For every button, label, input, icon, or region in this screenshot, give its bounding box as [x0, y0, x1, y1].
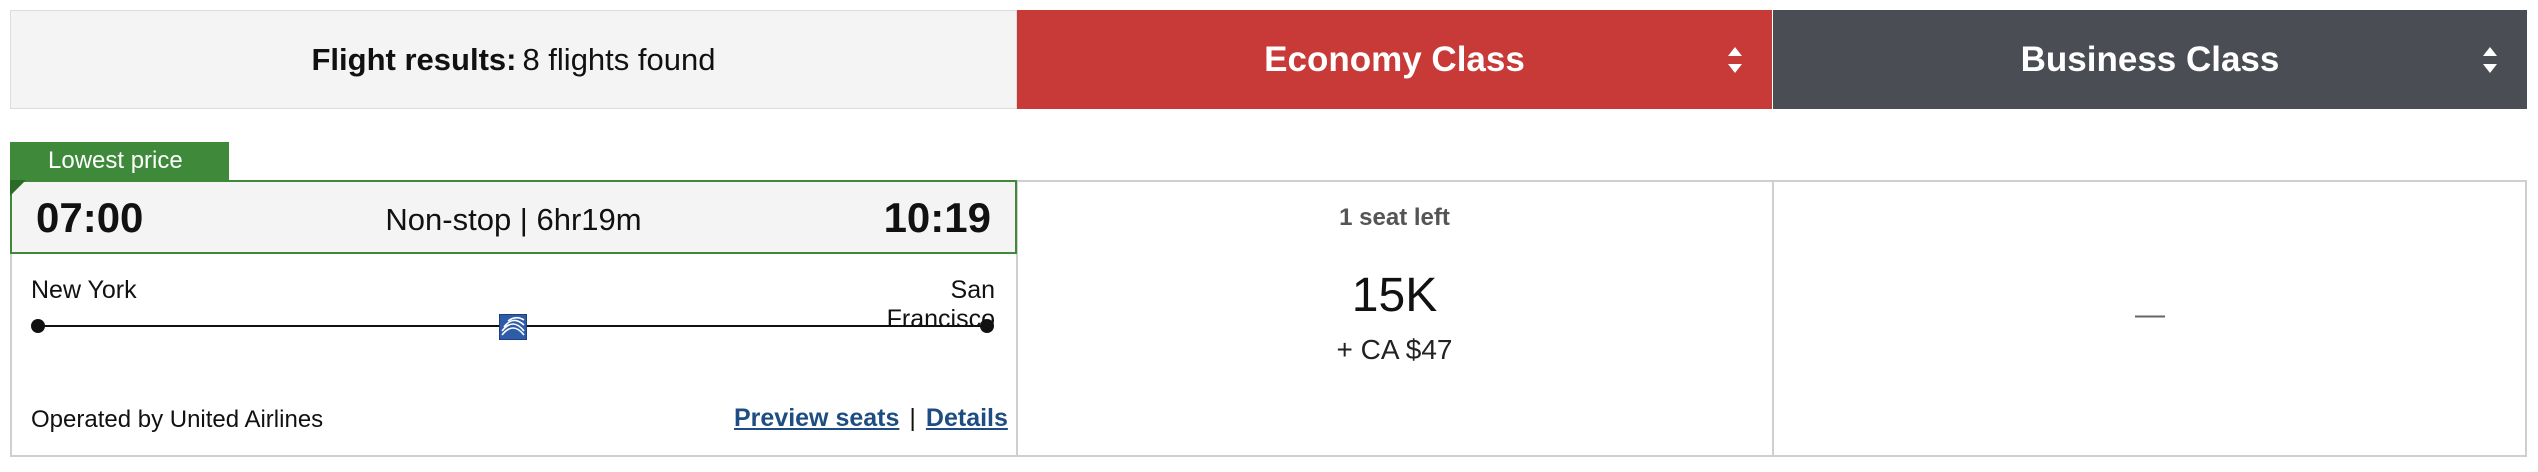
link-separator: | [909, 404, 916, 432]
lowest-price-badge: Lowest price [10, 142, 229, 180]
united-airlines-logo-icon [499, 314, 527, 340]
destination-dot [980, 319, 994, 333]
business-unavailable: — [2135, 298, 2165, 331]
results-label: Flight results: [311, 41, 517, 77]
economy-class-label: Economy Class [1264, 39, 1525, 79]
origin-city: New York [31, 276, 137, 304]
miles-price: 15K [1351, 269, 1438, 322]
business-class-sort-button[interactable]: Business Class [1773, 10, 2527, 109]
arrival-time: 10:19 [883, 194, 991, 241]
flight-time-bar: 07:00 Non-stop | 6hr19m 10:19 [10, 180, 1017, 254]
origin-dot [31, 319, 45, 333]
results-summary: Flight results: 8 flights found [10, 10, 1017, 109]
results-count: 8 flights found [522, 41, 716, 77]
business-class-label: Business Class [2020, 39, 2280, 79]
flight-duration: Non-stop | 6hr19m [385, 202, 642, 237]
preview-seats-link[interactable]: Preview seats [734, 404, 899, 432]
operated-by-text: Operated by United Airlines [31, 406, 324, 433]
economy-class-sort-button[interactable]: Economy Class [1017, 10, 1772, 109]
taxes-amount: + CA $47 [1336, 334, 1453, 365]
sort-icon [2483, 46, 2497, 73]
badge-fold [10, 180, 26, 196]
flight-links: Preview seats | Details [734, 404, 1008, 433]
details-link[interactable]: Details [926, 404, 1008, 432]
seats-left-text: 1 seat left [1339, 204, 1450, 231]
sort-icon [1728, 46, 1742, 73]
